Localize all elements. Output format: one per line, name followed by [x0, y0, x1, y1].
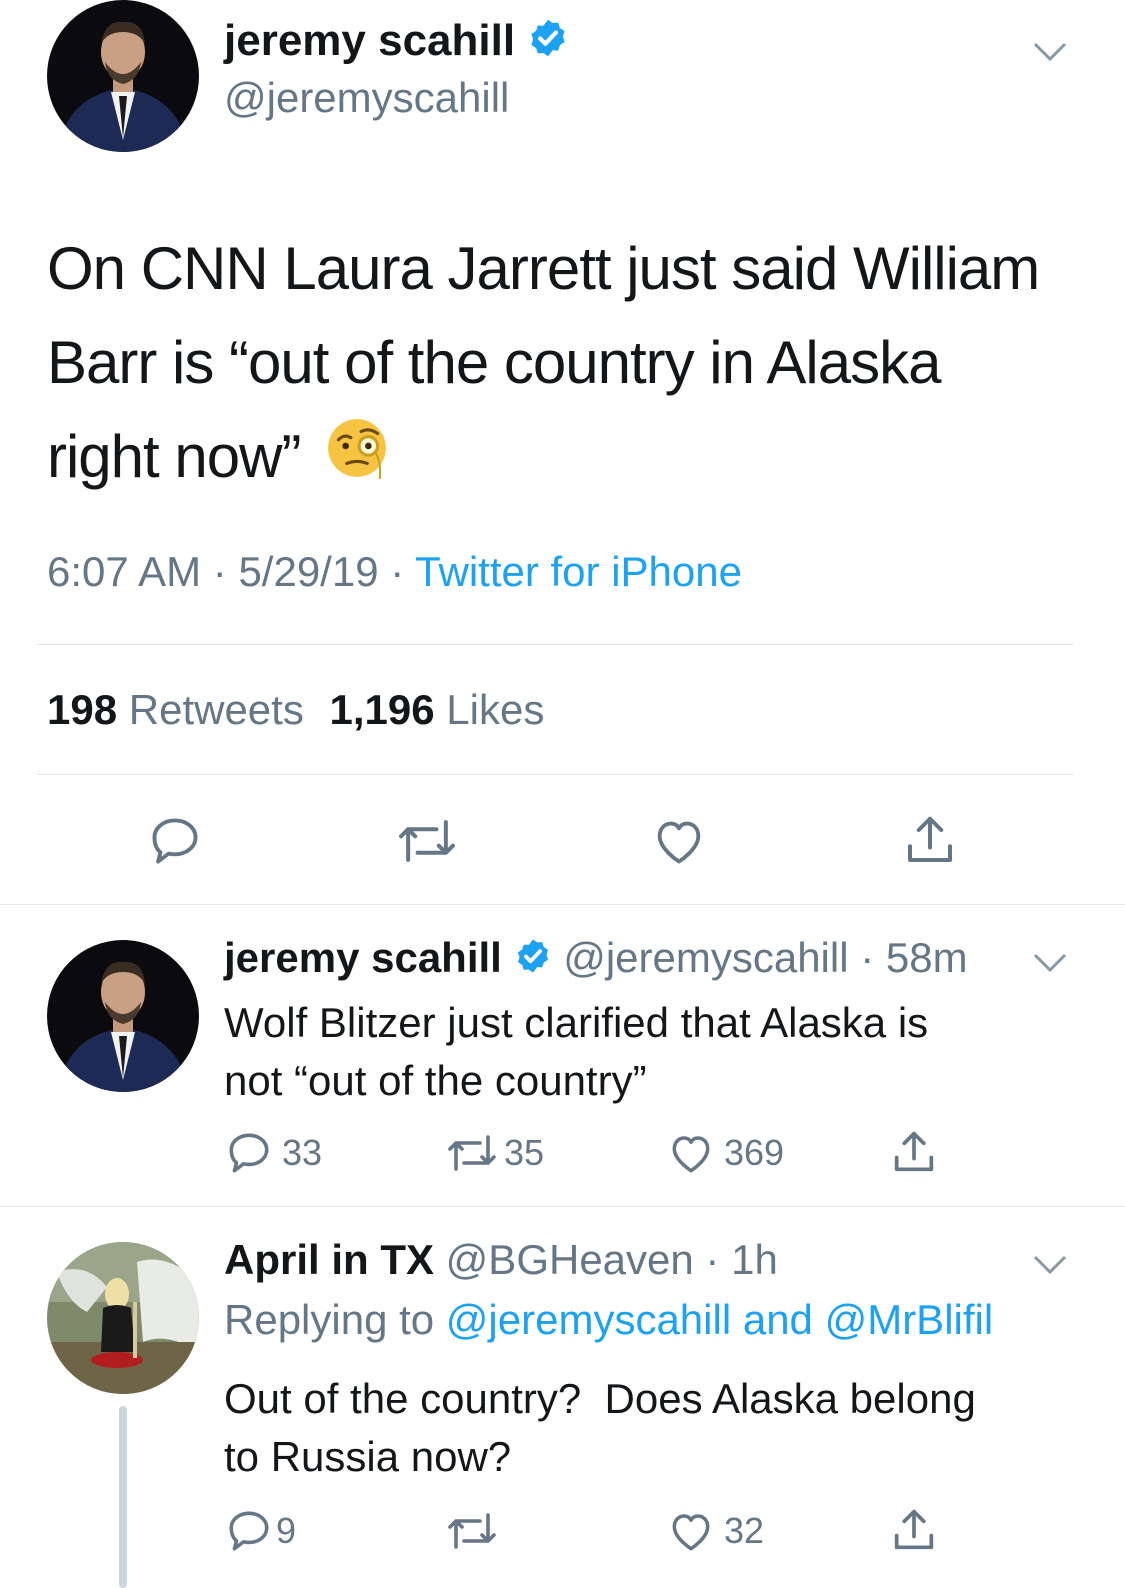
tweet-text-line: Wolf Blitzer just clarified that Alaska … [224, 999, 929, 1046]
meta-separator: · [848, 934, 886, 981]
retweets-count: 198 [47, 686, 118, 733]
author-name[interactable]: April in TX [224, 1236, 434, 1283]
author-handle[interactable]: @jeremyscahill [224, 74, 509, 122]
like-count: 32 [724, 1510, 765, 1551]
divider [0, 1206, 1125, 1207]
author-name[interactable]: jeremy scahill [224, 16, 515, 65]
like-button[interactable]: 369 [666, 1128, 784, 1178]
like-icon [650, 812, 708, 870]
retweet-icon [444, 1506, 500, 1556]
divider [37, 644, 1074, 645]
share-icon [888, 1126, 940, 1178]
share-icon [888, 1504, 940, 1556]
tweet-text: Out of the country? Does Alaska belong t… [224, 1370, 976, 1486]
tweet-text-line: to Russia now? [224, 1433, 512, 1480]
face-with-monocle-icon [324, 414, 390, 508]
meta-separator: · [201, 548, 239, 595]
author-handle[interactable]: @BGHeaven [446, 1236, 694, 1283]
like-button[interactable]: 32 [666, 1506, 764, 1556]
share-button[interactable] [888, 1126, 940, 1178]
retweet-icon [394, 812, 460, 870]
share-button[interactable] [888, 1504, 940, 1556]
tweet-text-line: Out of the country? Does Alaska belong [224, 1375, 976, 1422]
like-icon [666, 1506, 716, 1556]
tweet-date: 5/29/19 [238, 548, 379, 595]
chevron-down-icon[interactable] [1032, 1254, 1068, 1281]
reply-button[interactable]: 33 [224, 1128, 322, 1178]
tweet-meta: 6:07 AM · 5/29/19 · Twitter for iPhone [47, 548, 742, 596]
author-handle[interactable]: @jeremyscahill [563, 934, 848, 981]
replying-to: Replying to @jeremyscahill and @MrBlifil [224, 1296, 993, 1344]
engagement-stats: 198 Retweets 1,196 Likes [47, 686, 544, 734]
reply-button[interactable]: 9 [224, 1506, 296, 1556]
likes-label: Likes [446, 686, 545, 733]
verified-badge-icon [527, 17, 569, 70]
tweet-time: 58m [885, 934, 968, 981]
reply-icon [224, 1506, 274, 1556]
tweet-text-line: not “out of the country” [224, 1057, 647, 1104]
retweets-stat[interactable]: 198 Retweets [47, 686, 316, 733]
replying-to-label: Replying to [224, 1296, 435, 1343]
like-icon [666, 1128, 716, 1178]
reply-count: 9 [276, 1510, 297, 1551]
verified-badge-icon [514, 937, 552, 985]
replying-to-users-link[interactable]: @jeremyscahill and @MrBlifil [446, 1296, 993, 1343]
meta-separator: · [378, 548, 416, 595]
like-count: 369 [724, 1132, 785, 1173]
retweet-count: 35 [504, 1132, 545, 1173]
tweet-text: Wolf Blitzer just clarified that Alaska … [224, 994, 928, 1110]
avatar-jeremy-scahill[interactable] [47, 0, 199, 152]
tweet-text-line: Barr is “out of the country in Alaska [47, 329, 941, 396]
avatar-jeremy-scahill[interactable] [47, 940, 199, 1092]
reply-icon [146, 812, 204, 870]
share-button[interactable] [900, 810, 960, 870]
reply-header: jeremy scahill @jeremyscahill · 58m [224, 934, 968, 985]
chevron-down-icon[interactable] [1032, 40, 1068, 69]
tweet-text-line: On CNN Laura Jarrett just said William [47, 235, 1040, 302]
thread-line [119, 1406, 127, 1588]
retweet-icon [444, 1128, 500, 1178]
tweet-time: 1h [731, 1236, 778, 1283]
meta-separator: · [693, 1236, 732, 1283]
tweet-text-line-content: right now” [47, 423, 301, 490]
tweet-text: On CNN Laura Jarrett just said William B… [47, 222, 1040, 508]
share-icon [900, 810, 960, 870]
reply-icon [224, 1128, 274, 1178]
reply-count: 33 [282, 1132, 323, 1173]
avatar-april-in-tx[interactable] [47, 1242, 199, 1394]
tweet-text-line: right now” [47, 410, 1039, 508]
retweets-label: Retweets [128, 686, 304, 733]
reply-button[interactable] [146, 812, 204, 870]
like-button[interactable] [650, 812, 708, 870]
author-row: jeremy scahill [224, 16, 569, 70]
retweet-button[interactable]: 35 [444, 1128, 544, 1178]
tweet-source-link[interactable]: Twitter for iPhone [415, 548, 742, 595]
retweet-button[interactable] [444, 1506, 500, 1556]
chevron-down-icon[interactable] [1032, 952, 1068, 979]
tweet-time: 6:07 AM [47, 548, 202, 595]
author-name[interactable]: jeremy scahill [224, 934, 502, 981]
divider [0, 904, 1125, 905]
reply-header: April in TX @BGHeaven · 1h [224, 1236, 778, 1284]
divider [37, 774, 1074, 775]
likes-stat[interactable]: 1,196 Likes [330, 686, 545, 733]
retweet-button[interactable] [394, 812, 460, 870]
likes-count: 1,196 [329, 686, 435, 733]
